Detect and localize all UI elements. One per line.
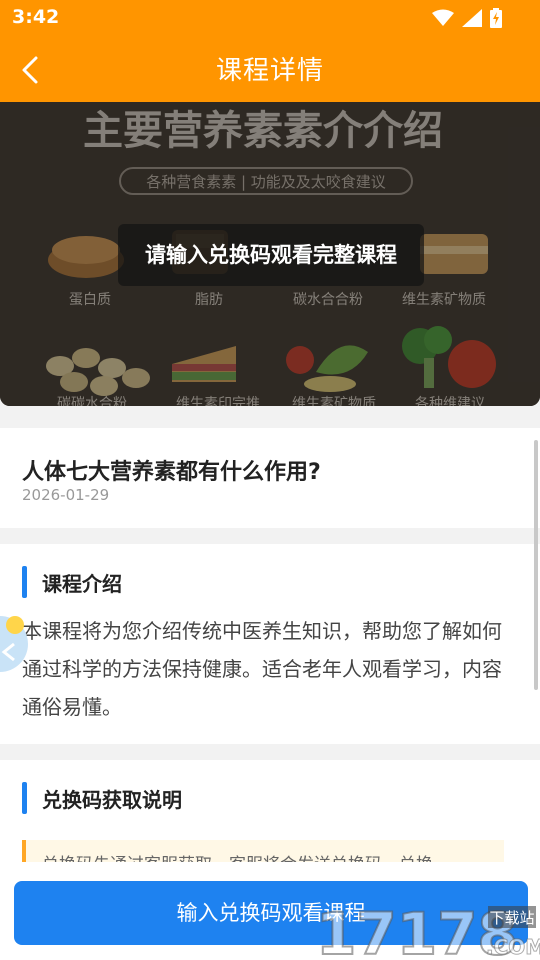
wifi-icon: [432, 9, 454, 26]
section-accent-bar: [22, 782, 27, 814]
svg-text:下载站: 下载站: [489, 909, 534, 927]
status-bar: 3:42: [0, 0, 540, 36]
battery-charging-icon: [490, 8, 502, 28]
course-cover[interactable]: 主要营养素素介介绍 各种营食素素 | 功能及及太咬食建议 蛋白质 脂肪 碳水合合…: [0, 102, 540, 406]
locked-message: 请输入兑换码观看完整课程: [118, 224, 424, 286]
page-title: 课程详情: [215, 56, 324, 86]
course-title: 人体七大营养素都有什么作用?: [22, 460, 321, 485]
svg-text:.COM: .COM: [486, 935, 540, 959]
section-accent-bar: [22, 566, 27, 598]
course-info-card: 人体七大营养素都有什么作用? 2026-01-29: [0, 428, 540, 528]
sun-icon: [6, 616, 24, 634]
intro-description: 本课程将为您介绍传统中医养生知识，帮助您了解如何通过科学的方法保持健康。适合老年…: [22, 619, 502, 719]
intro-section-header: 课程介绍: [22, 566, 122, 598]
site-watermark-logo: 17178 .COM 下载站: [315, 899, 540, 960]
redeem-heading: 兑换码获取说明: [42, 787, 182, 812]
status-time: 3:42: [12, 6, 60, 28]
redeem-section-header: 兑换码获取说明: [22, 782, 182, 814]
chevron-left-icon: [1, 642, 15, 662]
scrollbar[interactable]: [534, 440, 538, 690]
app-bar: 课程详情: [0, 36, 540, 102]
status-icons: [432, 8, 502, 28]
course-intro-card: 课程介绍 本课程将为您介绍传统中医养生知识，帮助您了解如何通过科学的方法保持健康…: [0, 544, 540, 744]
course-date: 2026-01-29: [22, 486, 110, 504]
signal-icon: [462, 9, 482, 27]
intro-heading: 课程介绍: [42, 571, 122, 596]
